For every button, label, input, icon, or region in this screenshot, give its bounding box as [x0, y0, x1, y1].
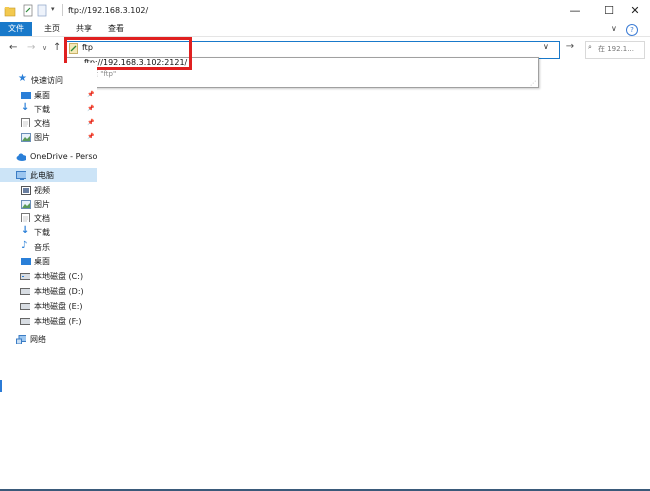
divider: [62, 4, 63, 16]
star-icon: ★: [18, 73, 27, 84]
sidebar-item-label: 桌面: [34, 91, 50, 100]
sidebar-item-this-pc[interactable]: 此电脑: [0, 168, 97, 182]
sidebar-item-pictures-pc[interactable]: 图片: [0, 197, 97, 211]
sidebar-item-label: 音乐: [34, 243, 50, 252]
computer-icon: [16, 171, 26, 180]
desktop-icon: [21, 92, 31, 99]
sidebar-item-desktop-pc[interactable]: 桌面: [0, 254, 97, 268]
sidebar-item-downloads-pc[interactable]: ↓ 下载: [0, 225, 97, 239]
sidebar-item-label: 文档: [34, 119, 50, 128]
sidebar-item-drive-f[interactable]: 本地磁盘 (F:): [0, 314, 97, 328]
recent-locations-button[interactable]: ∨: [42, 44, 47, 52]
sidebar-item-label: 快速访问: [31, 76, 63, 85]
sidebar-item-label: 此电脑: [30, 171, 54, 180]
quick-access-toolbar-dropdown-icon[interactable]: ▾: [51, 5, 55, 13]
document-icon: [21, 118, 30, 127]
sidebar-item-music[interactable]: ♪ 音乐: [0, 240, 97, 254]
sidebar-item-drive-e[interactable]: 本地磁盘 (E:): [0, 299, 97, 313]
sidebar-item-label: 下载: [34, 228, 50, 237]
pin-icon: 📌: [87, 105, 95, 112]
drive-icon: [20, 318, 30, 325]
address-dropdown-button[interactable]: ∨: [543, 42, 549, 51]
go-button[interactable]: →: [563, 41, 577, 57]
window-title: ftp://192.168.3.102/: [68, 6, 149, 15]
sidebar-item-label: 网络: [30, 335, 46, 344]
sidebar-item-label: 下载: [34, 105, 50, 114]
sidebar-item-label: 本地磁盘 (D:): [34, 287, 84, 296]
sidebar-item-label: 桌面: [34, 257, 50, 266]
sidebar-item-downloads[interactable]: ↓ 下载 📌: [0, 102, 97, 116]
sidebar-item-drive-d[interactable]: 本地磁盘 (D:): [0, 284, 97, 298]
window-edge-marker: [0, 380, 2, 392]
drive-icon: [20, 303, 30, 310]
search-icon: ⌕: [588, 43, 592, 51]
sidebar-item-label: OneDrive - Personal: [30, 152, 97, 161]
music-icon: ♪: [21, 240, 28, 251]
sidebar-item-onedrive[interactable]: OneDrive - Personal: [0, 150, 97, 164]
cloud-icon: [16, 153, 26, 161]
document-icon: [21, 213, 30, 222]
sidebar-item-network[interactable]: 网络: [0, 332, 97, 346]
sidebar-item-label: 本地磁盘 (F:): [34, 317, 82, 326]
sidebar-item-label: 本地磁盘 (E:): [34, 302, 83, 311]
sidebar-item-documents[interactable]: 文档 📌: [0, 116, 97, 130]
pin-icon: 📌: [87, 91, 95, 98]
drive-icon: [20, 288, 30, 295]
tab-home[interactable]: 主页: [44, 22, 60, 36]
picture-icon: [21, 133, 31, 142]
help-icon[interactable]: ?: [626, 24, 638, 36]
download-icon: ↓: [21, 225, 30, 236]
pin-icon: 📌: [87, 119, 95, 126]
sidebar-item-label: 图片: [34, 200, 50, 209]
sidebar-item-label: 文档: [34, 214, 50, 223]
folder-app-icon: [4, 7, 16, 17]
network-icon: [16, 335, 26, 344]
minimize-button[interactable]: —: [560, 0, 590, 22]
picture-icon: [21, 200, 31, 209]
download-icon: ↓: [21, 102, 30, 113]
ribbon-bar: [0, 22, 650, 37]
close-button[interactable]: ✕: [620, 0, 650, 22]
sidebar-item-quick-access[interactable]: ★ 快速访问: [0, 73, 97, 87]
desktop-icon: [21, 258, 31, 265]
tab-share[interactable]: 共享: [76, 22, 92, 36]
sidebar-item-label: 本地磁盘 (C:): [34, 272, 84, 281]
new-folder-icon[interactable]: [37, 4, 47, 17]
sidebar-item-label: 图片: [34, 133, 50, 142]
sidebar-item-drive-c[interactable]: 本地磁盘 (C:): [0, 269, 97, 283]
back-button[interactable]: ←: [9, 42, 17, 53]
search-placeholder: 在 192.1...: [598, 45, 634, 53]
pin-icon: 📌: [87, 133, 95, 140]
tab-file[interactable]: 文件: [0, 22, 32, 36]
video-icon: [21, 186, 31, 195]
sidebar-item-documents-pc[interactable]: 文档: [0, 211, 97, 225]
sidebar-item-pictures[interactable]: 图片 📌: [0, 130, 97, 144]
ribbon-expand-icon[interactable]: ∨: [611, 24, 617, 33]
resize-grip-icon[interactable]: ⋰: [530, 80, 536, 87]
properties-icon[interactable]: [22, 4, 34, 17]
forward-button[interactable]: →: [27, 42, 35, 53]
sidebar-item-desktop[interactable]: 桌面 📌: [0, 88, 97, 102]
tab-view[interactable]: 查看: [108, 22, 124, 36]
sidebar-item-videos[interactable]: 视频: [0, 183, 97, 197]
up-button[interactable]: ↑: [53, 42, 61, 53]
drive-icon: [20, 273, 30, 280]
sidebar-item-label: 视频: [34, 186, 50, 195]
